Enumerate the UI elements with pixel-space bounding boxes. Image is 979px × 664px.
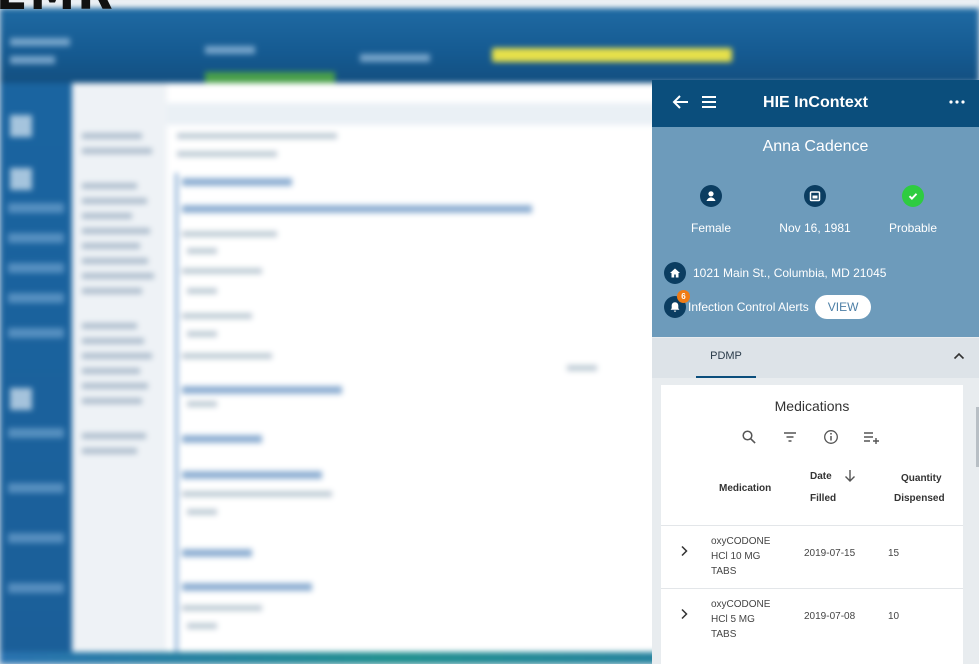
chevron-right-icon[interactable] xyxy=(680,545,688,561)
ehr-header xyxy=(0,8,979,84)
match-info: Probable xyxy=(868,185,958,235)
check-circle-icon xyxy=(902,185,924,207)
col-header-date-line2[interactable]: Filled xyxy=(810,489,836,509)
add-list-icon[interactable] xyxy=(862,427,882,447)
screen: EMR HIE InContext Anna Cadence Female xyxy=(0,0,979,664)
panel-topbar: HIE InContext xyxy=(652,80,979,127)
medication-name-line: oxyCODONE xyxy=(711,599,771,610)
hie-incontext-panel: HIE InContext Anna Cadence Female Nov 16… xyxy=(652,80,979,664)
col-header-medication[interactable]: Medication xyxy=(719,479,771,499)
corner-logo-text: EMR xyxy=(0,0,115,20)
panel-tabs: PDMP xyxy=(652,338,979,378)
patient-gender: Female xyxy=(690,221,731,235)
medication-name-line: HCl 5 MG xyxy=(711,614,755,625)
view-alerts-button[interactable]: VIEW xyxy=(814,295,872,319)
medication-name-line: TABS xyxy=(711,566,737,577)
more-horizontal-icon[interactable] xyxy=(944,89,970,115)
medication-name-line: TABS xyxy=(711,629,737,640)
patient-match-status: Probable xyxy=(888,221,938,235)
dob-info: Nov 16, 1981 xyxy=(770,185,860,235)
tab-pdmp-label: PDMP xyxy=(710,350,742,362)
col-header-quantity-line1[interactable]: Quantity xyxy=(901,469,942,489)
medication-name: oxyCODONE HCl 10 MG TABS xyxy=(711,534,781,579)
chevron-up-icon[interactable] xyxy=(953,348,965,364)
patient-header: Anna Cadence Female Nov 16, 1981 Probabl… xyxy=(652,127,979,337)
patient-dob: Nov 16, 1981 xyxy=(779,221,851,235)
address-row: 1021 Main St., Columbia, MD 21045 xyxy=(664,262,886,284)
home-icon xyxy=(664,262,686,284)
tab-active-indicator xyxy=(696,376,756,378)
bell-icon: 6 xyxy=(664,290,690,318)
medications-card: Medications Medication Date Filled Quant… xyxy=(661,385,963,664)
medication-name: oxyCODONE HCl 5 MG TABS xyxy=(711,597,781,642)
calendar-icon xyxy=(804,185,826,207)
table-row[interactable]: oxyCODONE HCl 5 MG TABS 2019-07-08 10 xyxy=(661,588,963,651)
col-header-date-line1[interactable]: Date xyxy=(810,467,832,487)
sort-descending-icon[interactable] xyxy=(844,469,856,488)
info-icon[interactable] xyxy=(821,427,841,447)
alerts-label: Infection Control Alerts xyxy=(688,300,809,314)
alert-count-badge: 6 xyxy=(677,290,690,303)
gender-info: Female xyxy=(666,185,756,235)
ehr-top-strip xyxy=(0,0,979,8)
medications-title: Medications xyxy=(774,398,850,414)
filter-icon[interactable] xyxy=(780,427,800,447)
search-icon[interactable] xyxy=(739,427,759,447)
quantity-dispensed: 10 xyxy=(888,611,900,622)
ehr-nav xyxy=(72,83,167,664)
medications-toolbar xyxy=(739,427,882,451)
chevron-right-icon[interactable] xyxy=(680,608,688,624)
medication-name-line: HCl 10 MG xyxy=(711,551,761,562)
date-filled: 2019-07-08 xyxy=(804,611,856,622)
alerts-row: 6 Infection Control Alerts VIEW xyxy=(664,290,872,320)
patient-name: Anna Cadence xyxy=(762,138,869,155)
quantity-dispensed: 15 xyxy=(888,548,900,559)
person-circle-icon xyxy=(700,185,722,207)
table-row[interactable]: oxyCODONE HCl 10 MG TABS 2019-07-15 15 xyxy=(661,525,963,588)
panel-title: HIE InContext xyxy=(763,94,868,111)
tab-pdmp[interactable]: PDMP xyxy=(696,350,756,378)
col-header-quantity-line2[interactable]: Dispensed xyxy=(894,489,945,509)
patient-address: 1021 Main St., Columbia, MD 21045 xyxy=(693,266,887,280)
medication-name-line: oxyCODONE xyxy=(711,536,771,547)
ehr-sidebar xyxy=(0,83,72,664)
date-filled: 2019-07-15 xyxy=(804,548,856,559)
